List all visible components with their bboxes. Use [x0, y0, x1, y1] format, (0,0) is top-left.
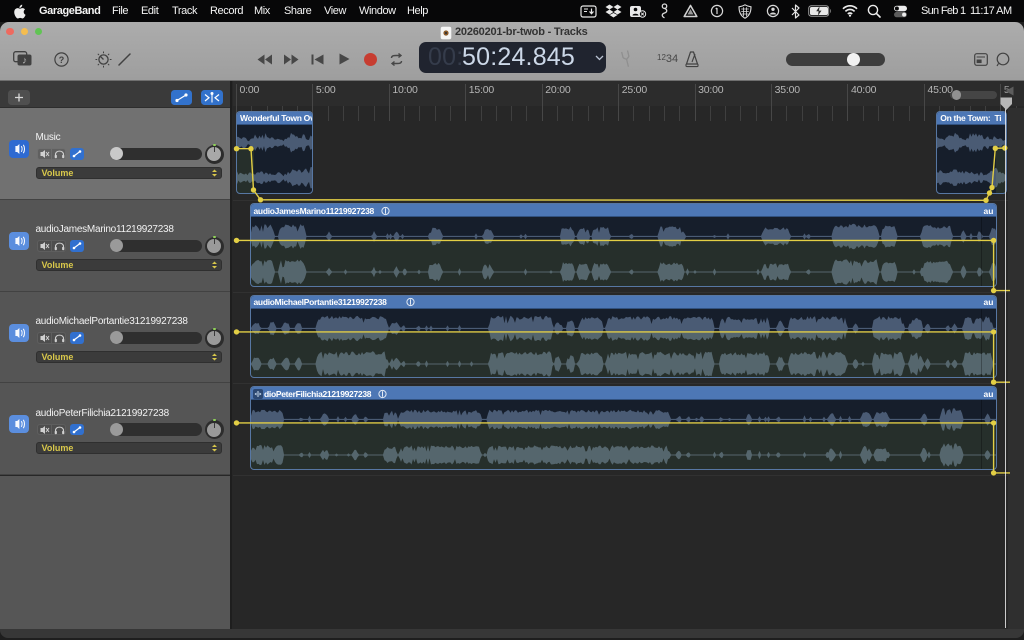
- svg-text:♪: ♪: [22, 56, 27, 67]
- svg-text:?: ?: [59, 55, 65, 65]
